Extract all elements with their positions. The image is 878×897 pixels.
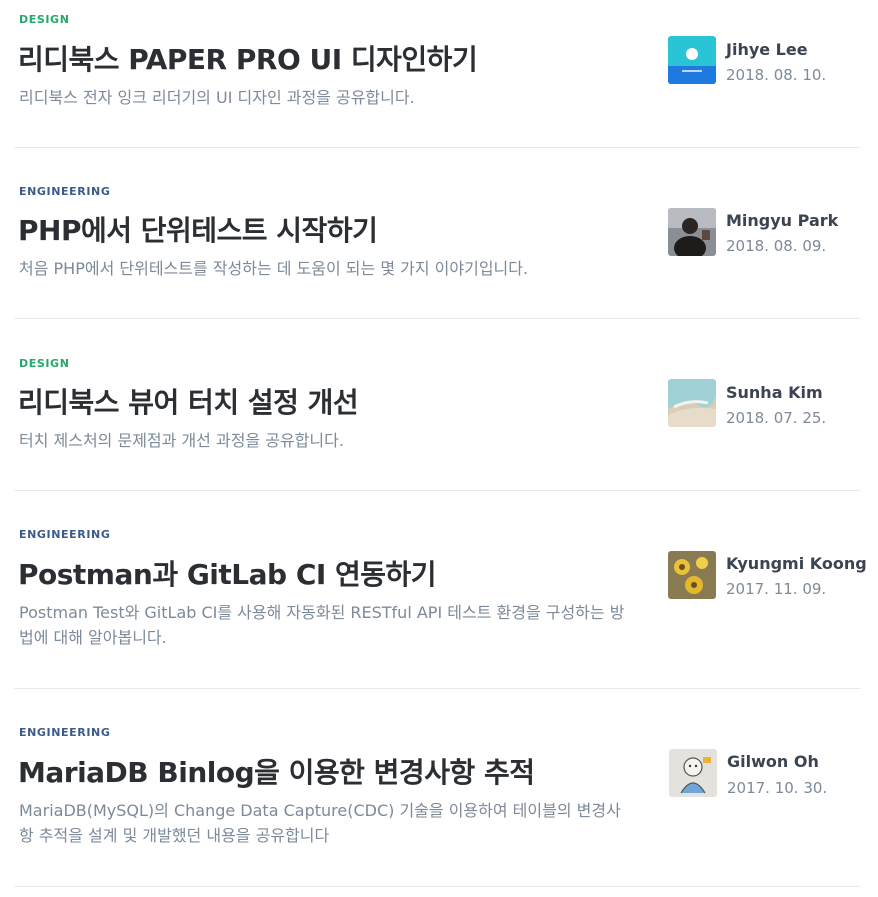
post-description: MariaDB(MySQL)의 Change Data Capture(CDC)… (19, 801, 621, 845)
post-title[interactable]: PHP에서 단위테스트 시작하기 (18, 209, 378, 249)
divider (14, 147, 860, 148)
author-avatar[interactable] (668, 379, 716, 427)
post-description: 처음 PHP에서 단위테스트를 작성하는 데 도움이 되는 몇 가지 이야기입니… (19, 259, 529, 278)
post-title[interactable]: 리디북스 뷰어 터치 설정 개선 (18, 381, 359, 421)
avatar-image (668, 208, 716, 256)
post-description: 리디북스 전자 잉크 리더기의 UI 디자인 과정을 공유합니다. (19, 88, 415, 107)
author-avatar[interactable] (668, 208, 716, 256)
divider (14, 490, 860, 491)
post-title[interactable]: 리디북스 PAPER PRO UI 디자인하기 (18, 38, 478, 78)
divider (14, 318, 860, 319)
post-category[interactable]: ENGINEERING (19, 185, 110, 198)
post-category[interactable]: ENGINEERING (19, 726, 110, 739)
avatar-image (668, 551, 716, 599)
author-name[interactable]: Mingyu Park (726, 211, 838, 230)
post-description: Postman Test와 GitLab CI를 사용해 자동화된 RESTfu… (19, 603, 625, 647)
post-date: 2018. 08. 09. (726, 237, 827, 255)
post-date: 2018. 07. 25. (726, 409, 827, 427)
post-category[interactable]: DESIGN (19, 357, 70, 370)
author-name[interactable]: Sunha Kim (726, 383, 823, 402)
post-title[interactable]: Postman과 GitLab CI 연동하기 (18, 553, 437, 593)
post-category[interactable]: DESIGN (19, 13, 70, 26)
author-name[interactable]: Kyungmi Koong (726, 554, 867, 573)
avatar-image (668, 379, 716, 427)
post-category[interactable]: ENGINEERING (19, 528, 110, 541)
author-name[interactable]: Jihye Lee (726, 40, 808, 59)
post-date: 2017. 10. 30. (727, 779, 828, 797)
author-avatar[interactable] (668, 551, 716, 599)
post-description: 터치 제스처의 문제점과 개선 과정을 공유합니다. (19, 431, 344, 450)
divider (14, 688, 860, 689)
post-date: 2018. 08. 10. (726, 66, 827, 84)
divider (14, 886, 860, 887)
post-title[interactable]: MariaDB Binlog을 이용한 변경사항 추적 (18, 751, 535, 791)
author-avatar[interactable] (669, 749, 717, 797)
author-name[interactable]: Gilwon Oh (727, 752, 819, 771)
avatar-image (669, 749, 717, 797)
avatar-image (668, 36, 716, 84)
author-avatar[interactable] (668, 36, 716, 84)
post-date: 2017. 11. 09. (726, 580, 827, 598)
